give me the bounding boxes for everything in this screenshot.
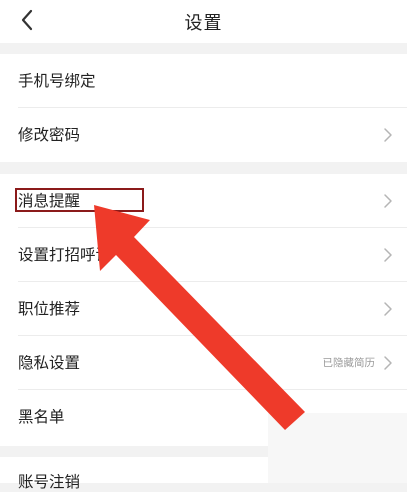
nav-header: 设置 bbox=[0, 0, 407, 43]
chevron-right-icon bbox=[384, 248, 392, 262]
settings-item-label: 隐私设置 bbox=[18, 354, 81, 372]
settings-item-label: 设置打招呼语 bbox=[18, 246, 112, 264]
settings-group-preferences: 消息提醒 设置打招呼语 职位推荐 隐私设置 已隐藏简历 黑名单 bbox=[0, 174, 407, 446]
chevron-right-icon bbox=[384, 194, 392, 208]
image-patch bbox=[268, 413, 407, 483]
settings-item-job-recommendation[interactable]: 职位推荐 bbox=[0, 282, 407, 336]
settings-item-phone-binding[interactable]: 手机号绑定 bbox=[0, 54, 407, 108]
chevron-right-icon bbox=[384, 356, 392, 370]
settings-item-label: 账号注销 bbox=[18, 473, 81, 491]
settings-item-label: 职位推荐 bbox=[18, 300, 81, 318]
page-title: 设置 bbox=[184, 13, 223, 34]
settings-item-label: 黑名单 bbox=[18, 408, 65, 426]
annotation-highlight-box bbox=[15, 188, 144, 212]
privacy-status-value: 已隐藏简历 bbox=[322, 357, 376, 369]
chevron-right-icon bbox=[384, 128, 392, 142]
settings-item-privacy[interactable]: 隐私设置 已隐藏简历 bbox=[0, 336, 407, 390]
settings-item-label: 修改密码 bbox=[18, 126, 81, 144]
settings-item-label: 手机号绑定 bbox=[18, 72, 96, 90]
settings-item-change-password[interactable]: 修改密码 bbox=[0, 108, 407, 162]
settings-group-account: 手机号绑定 修改密码 bbox=[0, 54, 407, 162]
settings-item-greeting-message[interactable]: 设置打招呼语 bbox=[0, 228, 407, 282]
chevron-right-icon bbox=[384, 302, 392, 316]
